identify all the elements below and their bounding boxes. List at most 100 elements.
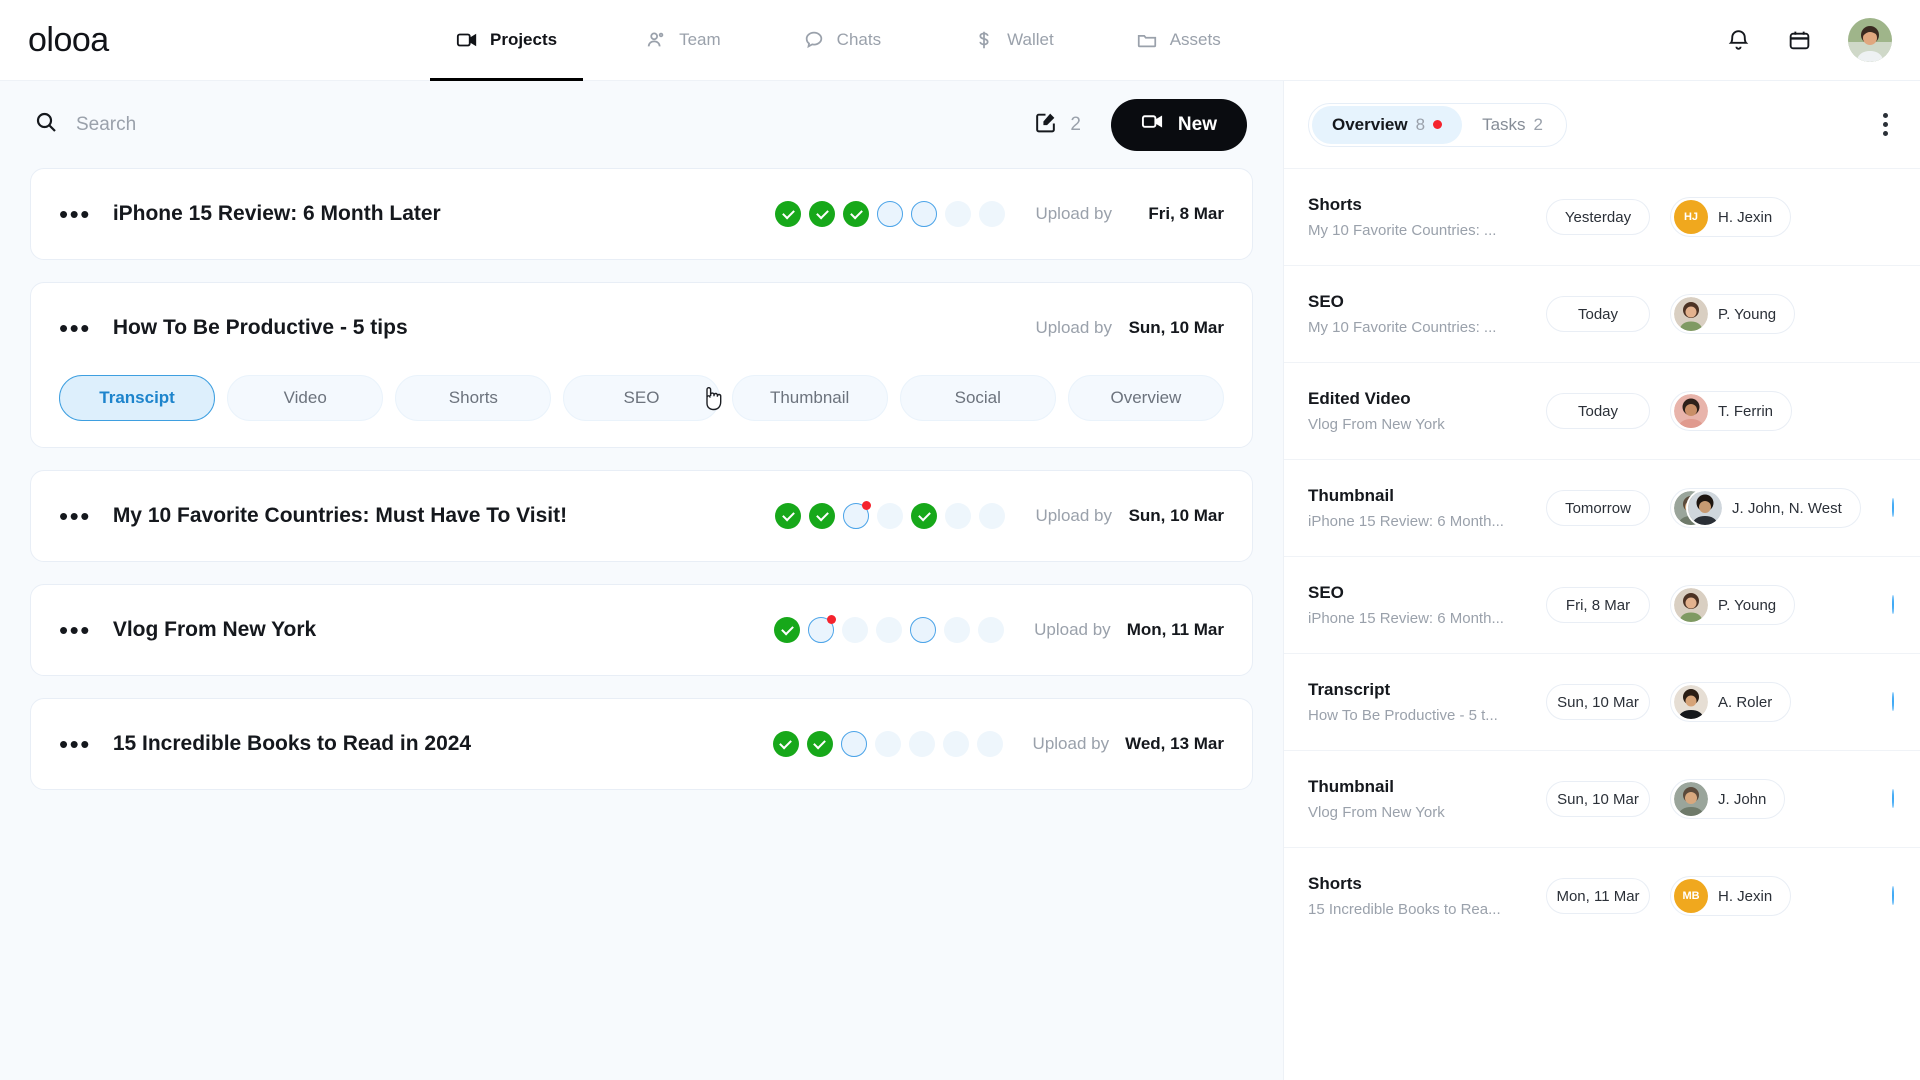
- status-step[interactable]: [979, 503, 1006, 529]
- assignee-name: J. John: [1718, 790, 1767, 808]
- task-subtitle: My 10 Favorite Countries: ...: [1308, 319, 1497, 336]
- status-step[interactable]: [945, 503, 972, 529]
- avatar[interactable]: [1848, 18, 1892, 62]
- list-item[interactable]: Thumbnail iPhone 15 Review: 6 Month... T…: [1284, 459, 1920, 556]
- list-item[interactable]: Transcript How To Be Productive - 5 t...…: [1284, 653, 1920, 750]
- status-badge: [1892, 595, 1894, 614]
- new-project-button[interactable]: New: [1110, 98, 1247, 151]
- status-step[interactable]: [775, 201, 802, 227]
- task-assignee-pill[interactable]: HJ H. Jexin: [1670, 197, 1792, 237]
- status-steps: [772, 731, 1003, 757]
- card-menu-icon[interactable]: •••: [59, 731, 91, 757]
- assignee-name: P. Young: [1718, 305, 1777, 323]
- list-item[interactable]: Shorts 15 Incredible Books to Rea... Mon…: [1284, 847, 1920, 944]
- task-texts: Edited Video Vlog From New York: [1308, 389, 1546, 433]
- status-step[interactable]: [843, 501, 872, 529]
- task-due-pill[interactable]: Mon, 11 Mar: [1546, 878, 1650, 914]
- new-project-label: New: [1177, 113, 1217, 135]
- status-step[interactable]: [979, 201, 1006, 227]
- status-steps: [775, 501, 1006, 529]
- list-item[interactable]: Shorts My 10 Favorite Countries: ... Yes…: [1284, 168, 1920, 265]
- tab-social[interactable]: Social: [899, 375, 1056, 421]
- status-step[interactable]: [976, 731, 1003, 757]
- edit-square-icon: [1033, 110, 1058, 140]
- tab-seo[interactable]: SEO: [563, 375, 720, 421]
- tab-video[interactable]: Video: [227, 375, 384, 421]
- search-input[interactable]: [76, 113, 476, 136]
- status-step[interactable]: [874, 731, 901, 757]
- task-assignee-pill[interactable]: J. John, N. West: [1670, 488, 1861, 528]
- status-step[interactable]: [809, 503, 836, 529]
- status-step[interactable]: [842, 617, 869, 643]
- project-card[interactable]: ••• 15 Incredible Books to Read in 2024: [30, 698, 1253, 790]
- task-due-pill[interactable]: Sun, 10 Mar: [1546, 684, 1650, 720]
- nav-item-assets[interactable]: Assets: [1110, 0, 1247, 81]
- status-step[interactable]: [911, 503, 938, 529]
- card-menu-icon[interactable]: •••: [59, 617, 91, 643]
- status-step[interactable]: [944, 617, 971, 643]
- tab-shorts[interactable]: Shorts: [395, 375, 552, 421]
- list-item[interactable]: SEO iPhone 15 Review: 6 Month... Fri, 8 …: [1284, 556, 1920, 653]
- status-step[interactable]: [840, 731, 867, 757]
- status-step[interactable]: [808, 615, 837, 643]
- nav-item-chats[interactable]: Chats: [777, 0, 907, 81]
- card-menu-icon[interactable]: •••: [59, 315, 91, 341]
- status-step[interactable]: [876, 617, 903, 643]
- list-item[interactable]: Edited Video Vlog From New York Today T.…: [1284, 362, 1920, 459]
- project-card-expanded[interactable]: ••• How To Be Productive - 5 tips Upload…: [30, 282, 1253, 448]
- task-due-pill[interactable]: Tomorrow: [1546, 490, 1650, 526]
- project-card[interactable]: ••• iPhone 15 Review: 6 Month Later Uplo…: [30, 168, 1253, 260]
- calendar-icon[interactable]: [1787, 28, 1812, 53]
- list-item[interactable]: Thumbnail Vlog From New York Sun, 10 Mar…: [1284, 750, 1920, 847]
- tab-overview[interactable]: Overview 8: [1312, 105, 1463, 144]
- task-subtitle: Vlog From New York: [1308, 416, 1445, 433]
- status-step[interactable]: [774, 617, 801, 643]
- search-box[interactable]: [34, 110, 1033, 139]
- tab-tasks[interactable]: Tasks 2: [1462, 106, 1563, 144]
- tab-overview[interactable]: Overview: [1067, 375, 1224, 421]
- nav-item-projects[interactable]: Projects: [430, 0, 584, 81]
- status-badge: [1892, 886, 1894, 905]
- status-step[interactable]: [843, 201, 870, 227]
- status-step[interactable]: [910, 617, 937, 643]
- kebab-menu-icon[interactable]: [1877, 107, 1894, 142]
- task-due-pill[interactable]: Sun, 10 Mar: [1546, 781, 1650, 817]
- tab-transcipt[interactable]: Transcipt: [59, 375, 216, 421]
- status-step[interactable]: [775, 503, 802, 529]
- status-step[interactable]: [908, 731, 935, 757]
- status-step[interactable]: [911, 201, 938, 227]
- task-subtitle: iPhone 15 Review: 6 Month...: [1308, 513, 1504, 530]
- task-assignee-pill[interactable]: MB H. Jexin: [1670, 876, 1792, 916]
- task-texts: SEO My 10 Favorite Countries: ...: [1308, 292, 1546, 336]
- status-step[interactable]: [942, 731, 969, 757]
- task-due-pill[interactable]: Today: [1546, 393, 1650, 429]
- status-step[interactable]: [877, 201, 904, 227]
- task-assignee-pill[interactable]: A. Roler: [1670, 682, 1792, 722]
- status-step[interactable]: [945, 201, 972, 227]
- list-item[interactable]: SEO My 10 Favorite Countries: ... Today …: [1284, 265, 1920, 362]
- status-step[interactable]: [978, 617, 1005, 643]
- task-due-pill[interactable]: Today: [1546, 296, 1650, 332]
- task-due-pill[interactable]: Fri, 8 Mar: [1546, 587, 1650, 623]
- bell-icon[interactable]: [1726, 28, 1751, 53]
- nav-item-team[interactable]: Team: [619, 0, 747, 81]
- task-assignee-pill[interactable]: J. John: [1670, 779, 1786, 819]
- task-subtitle: Vlog From New York: [1308, 804, 1445, 821]
- task-title: SEO: [1308, 292, 1344, 311]
- status-step[interactable]: [806, 731, 833, 757]
- project-card[interactable]: ••• My 10 Favorite Countries: Must Have …: [30, 470, 1253, 562]
- tab-thumbnail[interactable]: Thumbnail: [731, 375, 888, 421]
- status-step[interactable]: [877, 503, 904, 529]
- nav-item-wallet[interactable]: Wallet: [947, 0, 1080, 81]
- status-step[interactable]: [772, 731, 799, 757]
- drafts-button[interactable]: 2: [1033, 110, 1081, 140]
- task-assignee-pill[interactable]: P. Young: [1670, 585, 1796, 625]
- status-step[interactable]: [809, 201, 836, 227]
- task-due-pill[interactable]: Yesterday: [1546, 199, 1650, 235]
- project-card[interactable]: ••• Vlog From New York Upload by Mon, 11…: [30, 584, 1253, 676]
- task-assignee-pill[interactable]: P. Young: [1670, 294, 1796, 334]
- brand-logo[interactable]: olooa: [0, 21, 430, 60]
- task-assignee-pill[interactable]: T. Ferrin: [1670, 391, 1793, 431]
- card-menu-icon[interactable]: •••: [59, 503, 91, 529]
- card-menu-icon[interactable]: •••: [59, 201, 91, 227]
